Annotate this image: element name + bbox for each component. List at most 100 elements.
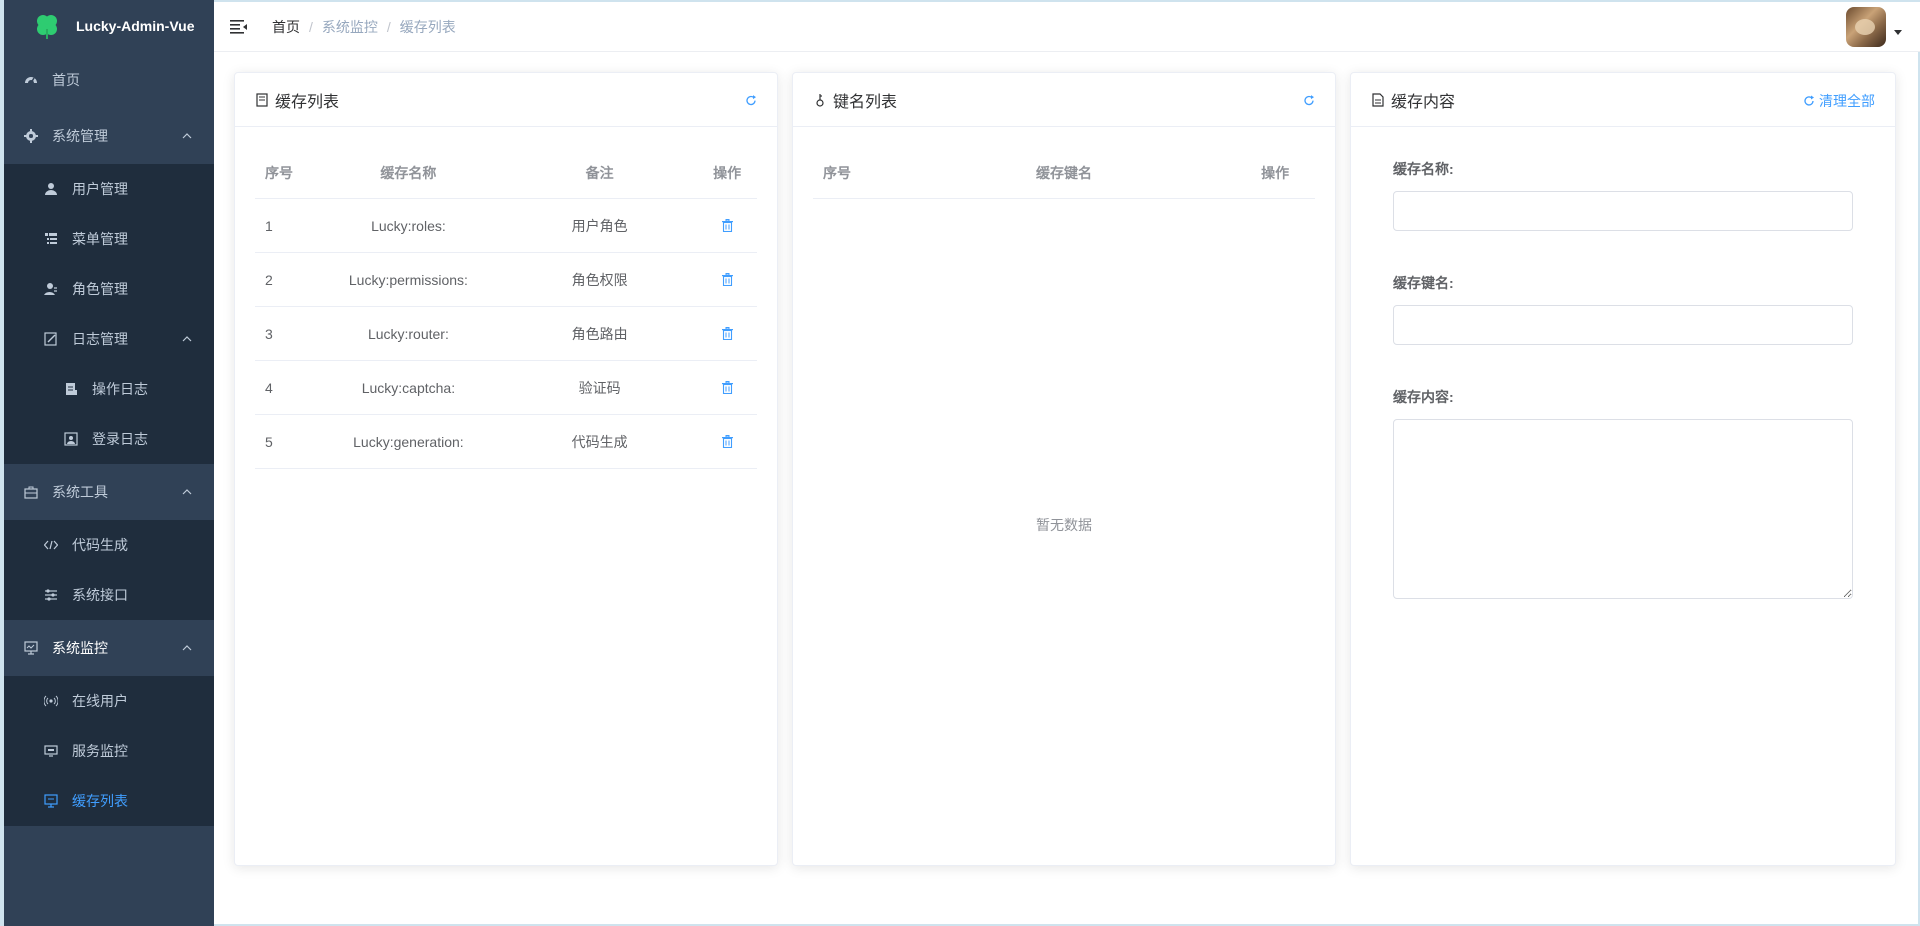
column-header-remark: 备注 bbox=[585, 164, 614, 181]
key-table: 序号 缓存键名 操作 bbox=[813, 147, 1315, 199]
card-title: 缓存内容 bbox=[1391, 93, 1456, 111]
tree-table-icon bbox=[44, 232, 58, 246]
sidebar-item-label: 服务监控 bbox=[72, 743, 128, 759]
sidebar: Lucky-Admin-Vue 首页 系统管理 用户管理 菜单管理 角色管理 日… bbox=[0, 0, 214, 926]
cache-content-card: 缓存内容 清理全部 缓存名称: 缓存键名: 缓存内容: bbox=[1350, 72, 1896, 866]
empty-state-text: 暂无数据 bbox=[1036, 517, 1092, 533]
table-header-row: 序号 缓存名称 备注 操作 bbox=[255, 147, 757, 199]
sidebar-item-label: 用户管理 bbox=[72, 181, 128, 197]
top-navbar: 首页 / 系统监控 / 缓存列表 bbox=[214, 0, 1920, 52]
sidebar-item-home[interactable]: 首页 bbox=[4, 52, 214, 108]
form-icon bbox=[64, 382, 78, 396]
sidebar-item-login-log[interactable]: 登录日志 bbox=[4, 414, 214, 464]
cache-name-input[interactable] bbox=[1393, 191, 1853, 231]
sliders-icon bbox=[44, 588, 58, 602]
user-icon bbox=[44, 182, 58, 196]
table-row[interactable]: 1 Lucky:roles: 用户角色 bbox=[255, 199, 757, 253]
sidebar-item-label: 系统监控 bbox=[52, 640, 108, 656]
card-title: 缓存列表 bbox=[275, 93, 340, 111]
sidebar-item-online[interactable]: 在线用户 bbox=[4, 676, 214, 726]
table-row[interactable]: 2 Lucky:permissions: 角色权限 bbox=[255, 253, 757, 307]
breadcrumb-separator: / bbox=[309, 18, 313, 35]
chevron-up-icon bbox=[182, 489, 192, 495]
table-row[interactable]: 3 Lucky:router: 角色路由 bbox=[255, 307, 757, 361]
edit-log-icon bbox=[44, 332, 58, 346]
user-menu[interactable] bbox=[1846, 7, 1902, 47]
cell-index: 5 bbox=[265, 433, 273, 450]
breadcrumb: 首页 / 系统监控 / 缓存列表 bbox=[272, 17, 456, 37]
table-row[interactable]: 4 Lucky:captcha: 验证码 bbox=[255, 361, 757, 415]
document-icon bbox=[1372, 92, 1384, 107]
sidebar-item-label: 系统管理 bbox=[52, 128, 108, 144]
sidebar-item-operation-log[interactable]: 操作日志 bbox=[4, 364, 214, 414]
column-header-name: 缓存名称 bbox=[380, 164, 437, 181]
sidebar-group-monitor[interactable]: 系统监控 bbox=[4, 620, 214, 676]
column-header-action: 操作 bbox=[713, 164, 742, 181]
cache-key-input[interactable] bbox=[1393, 305, 1853, 345]
clear-all-button[interactable]: 清理全部 bbox=[1803, 91, 1875, 111]
sidebar-item-api[interactable]: 系统接口 bbox=[4, 570, 214, 620]
sidebar-group-tools[interactable]: 系统工具 bbox=[4, 464, 214, 520]
chevron-up-icon bbox=[182, 133, 192, 139]
sidebar-group-system[interactable]: 系统管理 bbox=[4, 108, 214, 164]
caret-down-icon[interactable] bbox=[1894, 28, 1902, 36]
server-icon bbox=[44, 744, 58, 758]
sidebar-item-server[interactable]: 服务监控 bbox=[4, 726, 214, 776]
table-row[interactable]: 5 Lucky:generation: 代码生成 bbox=[255, 415, 757, 469]
column-header-index: 序号 bbox=[823, 164, 851, 181]
cache-monitor-icon bbox=[44, 794, 58, 808]
refresh-cache-list-button[interactable] bbox=[745, 94, 757, 106]
sidebar-item-users[interactable]: 用户管理 bbox=[4, 164, 214, 214]
cell-remark: 角色路由 bbox=[571, 325, 628, 342]
cache-content-textarea[interactable] bbox=[1393, 419, 1853, 599]
sidebar-item-label: 在线用户 bbox=[72, 693, 128, 709]
key-icon bbox=[816, 93, 824, 107]
login-info-icon bbox=[64, 432, 78, 446]
breadcrumb-monitor: 系统监控 bbox=[321, 18, 378, 35]
cell-action bbox=[697, 327, 757, 340]
sidebar-item-menus[interactable]: 菜单管理 bbox=[4, 214, 214, 264]
chevron-up-icon bbox=[182, 645, 192, 651]
delete-icon[interactable] bbox=[721, 381, 734, 394]
hamburger-icon[interactable] bbox=[230, 19, 248, 35]
monitor-icon bbox=[24, 641, 38, 655]
delete-icon[interactable] bbox=[721, 273, 734, 286]
code-icon bbox=[44, 538, 58, 552]
sidebar-item-roles[interactable]: 角色管理 bbox=[4, 264, 214, 314]
cell-name: Lucky:permissions: bbox=[348, 271, 468, 288]
cell-index: 4 bbox=[265, 379, 273, 396]
logo[interactable]: Lucky-Admin-Vue bbox=[4, 0, 214, 52]
sidebar-item-label: 登录日志 bbox=[92, 431, 148, 447]
clover-logo-icon bbox=[37, 15, 57, 39]
refresh-icon bbox=[746, 94, 756, 105]
sidebar-item-cache[interactable]: 缓存列表 bbox=[4, 776, 214, 826]
breadcrumb-home[interactable]: 首页 bbox=[272, 17, 300, 37]
cell-action bbox=[697, 381, 757, 394]
refresh-key-list-button[interactable] bbox=[1303, 94, 1315, 106]
cell-remark: 用户角色 bbox=[571, 217, 628, 234]
avatar[interactable] bbox=[1846, 7, 1886, 47]
delete-icon[interactable] bbox=[721, 219, 734, 232]
refresh-icon bbox=[1804, 95, 1814, 106]
sidebar-item-label: 角色管理 bbox=[72, 281, 128, 297]
dashboard-icon bbox=[24, 73, 38, 87]
app-title: Lucky-Admin-Vue bbox=[76, 18, 195, 34]
sidebar-group-logs[interactable]: 日志管理 bbox=[4, 314, 214, 364]
column-header-action: 操作 bbox=[1261, 164, 1290, 181]
role-icon bbox=[44, 282, 58, 296]
delete-icon[interactable] bbox=[721, 327, 734, 340]
cell-remark: 验证码 bbox=[578, 379, 621, 396]
key-list-header: 键名列表 bbox=[793, 73, 1335, 127]
delete-icon[interactable] bbox=[721, 435, 734, 448]
cell-action bbox=[697, 273, 757, 286]
sidebar-item-codegen[interactable]: 代码生成 bbox=[4, 520, 214, 570]
refresh-icon bbox=[1304, 94, 1314, 105]
cell-name: Lucky:router: bbox=[367, 325, 449, 342]
cache-content-label: 缓存内容: bbox=[1393, 389, 1454, 405]
column-header-index: 序号 bbox=[265, 164, 293, 181]
toolbox-icon bbox=[24, 485, 38, 499]
column-header-key: 缓存键名 bbox=[1036, 164, 1092, 181]
cache-key-label: 缓存键名: bbox=[1393, 275, 1454, 291]
gear-icon bbox=[24, 129, 38, 143]
notebook-icon bbox=[256, 92, 268, 107]
